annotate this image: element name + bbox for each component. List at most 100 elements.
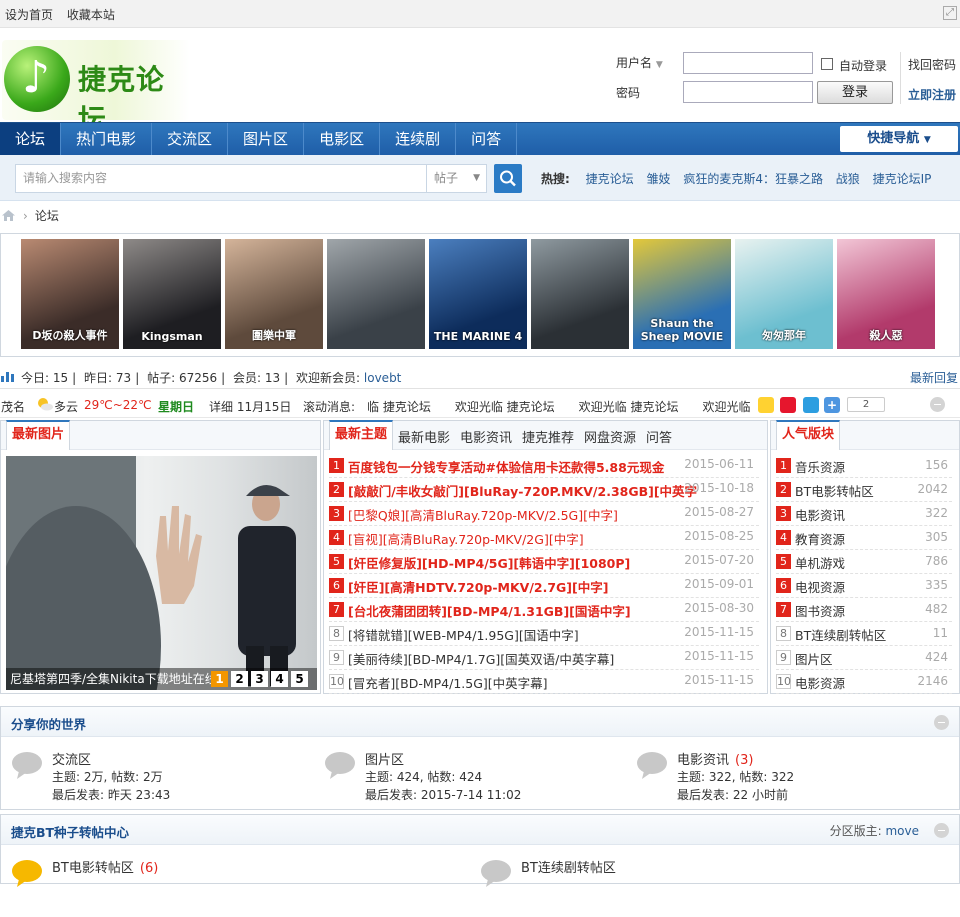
board-name[interactable]: 教育资源 xyxy=(795,529,845,548)
collapse-icon[interactable] xyxy=(934,715,949,730)
search-input[interactable]: 请输入搜索内容 xyxy=(15,164,427,193)
collapse-icon[interactable] xyxy=(934,823,949,838)
moderator-link[interactable]: move xyxy=(885,824,919,838)
thread-row[interactable]: 4 [盲视][高清BluRay.720p-MKV/2G][中字] 2015-08-2… xyxy=(329,526,759,550)
login-button[interactable]: 登录 xyxy=(817,81,893,104)
forum-bt-movies[interactable]: BT电影转帖区 (6) xyxy=(11,857,311,917)
tab-latest-movies[interactable]: 最新电影 xyxy=(398,427,450,446)
thread-title[interactable]: [奸臣修复版][HD-MP4/5G][韩语中字][1080P] xyxy=(348,553,630,572)
thread-title[interactable]: 百度钱包一分钱专享活动#体验信用卡还款得5.88元现金 xyxy=(348,457,664,476)
forum-last-post[interactable]: 最后发表: 昨天 23:43 xyxy=(52,786,170,803)
focus-image[interactable]: 尼基塔第四季/全集Nikita下载地址在线 1 2 3 4 5 xyxy=(6,456,317,690)
forum-name[interactable]: 交流区 xyxy=(52,749,97,768)
movie-poster[interactable]: 殺人惡 xyxy=(837,239,935,349)
hot-search-item[interactable]: 捷克论坛 xyxy=(586,172,634,186)
forum-last-post[interactable]: 最后发表: 22 小时前 xyxy=(677,786,788,803)
slide-page-3[interactable]: 3 xyxy=(251,671,268,687)
board-name[interactable]: 音乐资源 xyxy=(795,457,845,476)
bookmark-link[interactable]: 收藏本站 xyxy=(67,8,115,22)
category-title[interactable]: 捷克BT种子转帖中心 xyxy=(11,822,129,841)
movie-poster[interactable]: 圍樂中軍 xyxy=(225,239,323,349)
thread-title[interactable]: [冒充者][BD-MP4/1.5G][中英字幕] xyxy=(348,673,548,692)
forum-last-post[interactable]: 最后发表: 2015-7-14 11:02 xyxy=(365,786,521,803)
nav-item-hot-movies[interactable]: 热门电影 xyxy=(61,123,153,155)
slide-page-2[interactable]: 2 xyxy=(231,671,248,687)
board-name[interactable]: BT连续剧转帖区 xyxy=(795,625,886,644)
thread-title[interactable]: [敲敲门/丰收女敲门][BluRay-720P.MKV/2.38GB][中英字 xyxy=(348,481,697,500)
tab-latest-pictures[interactable]: 最新图片 xyxy=(6,420,71,450)
quick-nav-button[interactable]: 快捷导航 ▼ xyxy=(840,126,958,152)
forum-exchange[interactable]: 交流区 主题: 2万, 帖数: 2万 最后发表: 昨天 23:43 xyxy=(11,749,311,809)
board-row[interactable]: 10 电影资源 2146 xyxy=(776,670,952,694)
board-row[interactable]: 3 电影资讯 322 xyxy=(776,502,952,526)
nav-item-movies[interactable]: 电影区 xyxy=(304,123,381,155)
board-name[interactable]: 单机游戏 xyxy=(795,553,845,572)
thread-row[interactable]: 10 [冒充者][BD-MP4/1.5G][中英字幕] 2015-11-15 xyxy=(329,670,759,694)
board-name[interactable]: BT电影转帖区 xyxy=(795,481,874,500)
board-row[interactable]: 4 教育资源 305 xyxy=(776,526,952,550)
tab-recommended[interactable]: 捷克推荐 xyxy=(522,427,574,446)
forum-name[interactable]: BT连续剧转帖区 xyxy=(521,857,622,876)
search-button[interactable] xyxy=(494,164,522,193)
category-title[interactable]: 分享你的世界 xyxy=(11,714,86,733)
thread-row[interactable]: 9 [美丽待续][BD-MP4/1.7G][国英双语/中英字幕] 2015-11-1… xyxy=(329,646,759,670)
forum-bt-series[interactable]: BT连续剧转帖区 xyxy=(480,857,780,917)
board-row[interactable]: 9 图片区 424 xyxy=(776,646,952,670)
board-row[interactable]: 5 单机游戏 786 xyxy=(776,550,952,574)
thread-row[interactable]: 8 [将错就错][WEB-MP4/1.95G][国语中字] 2015-11-15 xyxy=(329,622,759,646)
movie-poster[interactable]: 匆匆那年 xyxy=(735,239,833,349)
thread-title[interactable]: [将错就错][WEB-MP4/1.95G][国语中字] xyxy=(348,625,579,644)
tab-qa[interactable]: 问答 xyxy=(646,427,672,446)
newest-member-link[interactable]: lovebt xyxy=(364,371,401,385)
thread-row[interactable]: 1 百度钱包一分钱专享活动#体验信用卡还款得5.88元现金 2015-06-11 xyxy=(329,454,759,478)
tab-movie-news[interactable]: 电影资讯 xyxy=(460,427,512,446)
board-name[interactable]: 图片区 xyxy=(795,649,833,668)
more-share-icon[interactable]: + xyxy=(824,397,840,413)
search-type-select[interactable]: 帖子 ▼ xyxy=(427,164,487,193)
qzone-share-icon[interactable] xyxy=(758,397,774,413)
board-name[interactable]: 电视资源 xyxy=(795,577,845,596)
movie-poster[interactable]: Kingsman xyxy=(123,239,221,349)
movie-poster[interactable] xyxy=(327,239,425,349)
board-row[interactable]: 6 电视资源 335 xyxy=(776,574,952,598)
qq-share-icon[interactable] xyxy=(803,397,819,413)
thread-row[interactable]: 5 [奸臣修复版][HD-MP4/5G][韩语中字][1080P] 2015-07-… xyxy=(329,550,759,574)
fullscreen-icon[interactable]: ⤢ xyxy=(943,6,957,20)
forum-movie-news[interactable]: 电影资讯 (3) 主题: 322, 帖数: 322 最后发表: 22 小时前 xyxy=(636,749,936,809)
site-logo[interactable]: ♪ 捷克论坛 xyxy=(2,40,190,136)
board-row[interactable]: 7 图书资源 482 xyxy=(776,598,952,622)
collapse-icon[interactable] xyxy=(930,397,945,412)
set-home-link[interactable]: 设为首页 xyxy=(5,8,53,22)
movie-poster[interactable]: Shaun the Sheep MOVIE xyxy=(633,239,731,349)
forgot-password-link[interactable]: 找回密码 xyxy=(908,56,956,73)
slide-page-5[interactable]: 5 xyxy=(291,671,308,687)
latest-reply-link[interactable]: 最新回复 xyxy=(910,369,958,386)
thread-title[interactable]: [美丽待续][BD-MP4/1.7G][国英双语/中英字幕] xyxy=(348,649,614,668)
nav-item-exchange[interactable]: 交流区 xyxy=(152,123,229,155)
tab-cloud-resources[interactable]: 网盘资源 xyxy=(584,427,636,446)
movie-poster[interactable] xyxy=(531,239,629,349)
board-row[interactable]: 1 音乐资源 156 xyxy=(776,454,952,478)
movie-poster[interactable]: D坂の殺人事件 xyxy=(21,239,119,349)
board-name[interactable]: 电影资讯 xyxy=(795,505,845,524)
slide-page-4[interactable]: 4 xyxy=(271,671,288,687)
nav-item-forum[interactable]: 论坛 xyxy=(0,123,62,155)
board-row[interactable]: 8 BT连续剧转帖区 11 xyxy=(776,622,952,646)
slide-page-1[interactable]: 1 xyxy=(211,671,228,687)
forum-name[interactable]: 电影资讯 (3) xyxy=(677,749,753,768)
movie-poster[interactable]: THE MARINE 4 xyxy=(429,239,527,349)
thread-title[interactable]: [盲视][高清BluRay.720p-MKV/2G][中字] xyxy=(348,529,584,548)
thread-title[interactable]: [奸臣][高清HDTV.720p-MKV/2.7G][中字] xyxy=(348,577,608,596)
board-name[interactable]: 图书资源 xyxy=(795,601,845,620)
thread-row[interactable]: 2 [敲敲门/丰收女敲门][BluRay-720P.MKV/2.38GB][中英字… xyxy=(329,478,759,502)
forum-name[interactable]: BT电影转帖区 (6) xyxy=(52,857,158,876)
board-name[interactable]: 电影资源 xyxy=(795,673,845,692)
username-input[interactable] xyxy=(683,52,813,74)
hot-search-item[interactable]: 疯狂的麦克斯4：狂暴之路 xyxy=(683,172,823,186)
thread-row[interactable]: 3 [巴黎Q娘][高清BluRay.720p-MKV/2.5G][中字] 2015-… xyxy=(329,502,759,526)
password-input[interactable] xyxy=(683,81,813,103)
home-icon[interactable] xyxy=(2,210,15,221)
thread-row[interactable]: 7 [台北夜蒲团团转][BD-MP4/1.31GB][国语中字] 2015-08-3… xyxy=(329,598,759,622)
breadcrumb-current[interactable]: 论坛 xyxy=(35,209,59,223)
tab-latest-threads[interactable]: 最新主题 xyxy=(329,420,394,450)
